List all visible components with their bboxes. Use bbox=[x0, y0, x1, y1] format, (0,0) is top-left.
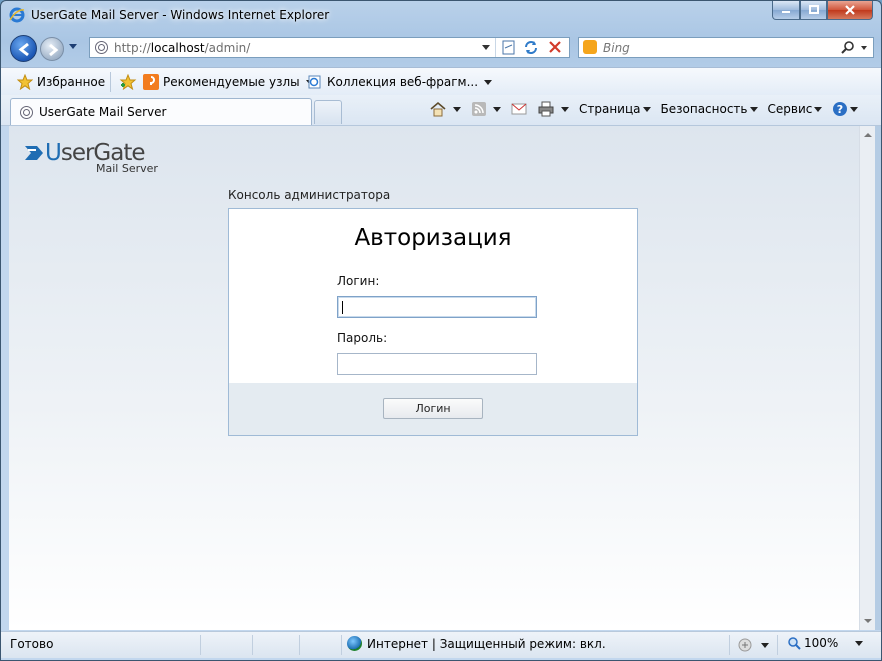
close-icon bbox=[845, 5, 855, 15]
favorites-button[interactable]: Избранное bbox=[17, 74, 105, 90]
stop-icon[interactable] bbox=[546, 39, 564, 56]
minimize-button[interactable] bbox=[772, 1, 800, 20]
command-bar: Страница Безопасность Сервис ? bbox=[429, 101, 868, 117]
home-icon bbox=[430, 101, 446, 117]
suggested-sites-icon bbox=[143, 74, 159, 90]
password-field[interactable] bbox=[337, 353, 537, 375]
accessibility-icon bbox=[738, 638, 752, 652]
password-label: Пароль: bbox=[337, 331, 388, 345]
tab-usergate-mail-server[interactable]: UserGate Mail Server bbox=[10, 98, 312, 125]
search-icon[interactable] bbox=[841, 41, 855, 55]
login-label: Логин: bbox=[337, 274, 380, 288]
page-title: Авторизация bbox=[354, 225, 512, 251]
feeds-button[interactable] bbox=[471, 101, 501, 117]
window-title: UserGate Mail Server - Windows Internet … bbox=[31, 8, 330, 22]
favorites-bar: Избранное Рекомендуемые узлы Коллекция в… bbox=[1, 67, 881, 96]
rss-feed-icon bbox=[472, 102, 486, 116]
add-to-favorites-button[interactable] bbox=[119, 74, 137, 90]
web-slice-icon bbox=[308, 75, 321, 89]
bing-icon bbox=[583, 40, 597, 54]
maximize-icon bbox=[808, 5, 819, 14]
minimize-icon bbox=[782, 11, 790, 13]
status-text: Готово bbox=[10, 637, 54, 651]
favorites-item-label: Рекомендуемые узлы bbox=[163, 75, 300, 89]
page-viewport: UserGate Mail Server Консоль администрат… bbox=[9, 126, 859, 630]
chevron-down-icon bbox=[814, 106, 823, 112]
printer-icon bbox=[538, 101, 554, 117]
back-button[interactable] bbox=[10, 35, 37, 62]
page-menu-button[interactable]: Страница bbox=[579, 102, 651, 116]
zoom-control[interactable]: 100% bbox=[787, 636, 864, 650]
close-button[interactable] bbox=[827, 1, 873, 20]
new-tab-button[interactable] bbox=[314, 100, 342, 124]
status-bar: Готово Интернет | Защищенный режим: вкл.… bbox=[1, 631, 881, 658]
svg-text:?: ? bbox=[837, 103, 843, 116]
url-text: http://localhost/admin/ bbox=[114, 41, 251, 55]
chevron-down-icon bbox=[484, 79, 493, 85]
safety-menu-label: Безопасность bbox=[660, 102, 748, 116]
star-icon bbox=[17, 74, 33, 90]
read-mail-button[interactable] bbox=[511, 102, 527, 116]
login-field[interactable] bbox=[337, 296, 537, 318]
chevron-down-icon bbox=[493, 106, 501, 112]
print-button[interactable] bbox=[537, 101, 569, 117]
vertical-scrollbar[interactable] bbox=[859, 126, 875, 630]
navigation-row: http://localhost/admin/ Bing bbox=[1, 33, 881, 63]
login-panel: Авторизация Логин: Пароль: Логин bbox=[228, 208, 638, 436]
arrow-left-icon bbox=[18, 42, 29, 57]
address-bar[interactable]: http://localhost/admin/ bbox=[89, 37, 570, 58]
refresh-icon[interactable] bbox=[522, 39, 540, 56]
chevron-down-icon bbox=[642, 106, 651, 112]
tools-menu-label: Сервис bbox=[767, 102, 813, 116]
favorites-item-web-slice-gallery[interactable]: Коллекция веб-фрагм... bbox=[307, 74, 493, 90]
scroll-down-icon[interactable] bbox=[864, 619, 872, 623]
page-menu-label: Страница bbox=[579, 102, 641, 116]
tools-menu-button[interactable]: Сервис bbox=[768, 102, 823, 116]
text-caret bbox=[342, 301, 343, 314]
logo-arrow-icon bbox=[25, 146, 43, 160]
recent-pages-dropdown[interactable] bbox=[69, 44, 77, 49]
popup-blocker-button[interactable] bbox=[737, 637, 769, 653]
zoom-icon bbox=[788, 637, 801, 650]
chevron-down-icon bbox=[850, 106, 859, 112]
chevron-down-icon bbox=[749, 106, 758, 112]
maximize-button[interactable] bbox=[800, 1, 827, 20]
search-options-dropdown[interactable] bbox=[861, 46, 867, 50]
chevron-down-icon bbox=[761, 642, 769, 648]
login-button[interactable]: Логин bbox=[383, 398, 483, 419]
favorites-item-label: Коллекция веб-фрагм... bbox=[327, 75, 479, 89]
search-placeholder: Bing bbox=[603, 41, 630, 55]
favorites-label: Избранное bbox=[37, 75, 106, 89]
add-favorite-icon bbox=[119, 74, 137, 90]
address-dropdown[interactable] bbox=[482, 45, 490, 50]
search-box[interactable]: Bing bbox=[578, 37, 874, 58]
internet-explorer-icon bbox=[9, 7, 25, 23]
tab-label: UserGate Mail Server bbox=[39, 105, 167, 119]
help-icon: ? bbox=[833, 102, 848, 116]
logo-product: Mail Server bbox=[96, 162, 158, 175]
home-button[interactable] bbox=[429, 101, 461, 117]
compatibility-view-icon[interactable] bbox=[500, 39, 518, 56]
globe-icon bbox=[347, 636, 362, 651]
zoom-level: 100% bbox=[804, 636, 839, 650]
favorites-item-suggested-sites[interactable]: Рекомендуемые узлы bbox=[143, 74, 314, 90]
scroll-up-icon[interactable] bbox=[864, 133, 872, 137]
login-footer: Логин bbox=[229, 383, 637, 435]
safety-menu-button[interactable]: Безопасность bbox=[661, 102, 758, 116]
page-icon bbox=[20, 106, 33, 119]
mail-icon bbox=[511, 103, 527, 115]
console-label: Консоль администратора bbox=[228, 188, 391, 202]
page-icon bbox=[95, 41, 108, 54]
zone-text: Интернет | Защищенный режим: вкл. bbox=[367, 636, 606, 651]
chevron-down-icon bbox=[561, 106, 569, 112]
browser-window: UserGate Mail Server - Windows Internet … bbox=[0, 0, 882, 661]
chevron-down-icon bbox=[855, 640, 864, 646]
tab-bar: UserGate Mail Server Страница Безопаснос… bbox=[1, 95, 881, 126]
security-zone[interactable]: Интернет | Защищенный режим: вкл. bbox=[347, 636, 606, 651]
chevron-down-icon bbox=[453, 106, 461, 112]
arrow-right-icon bbox=[49, 43, 59, 57]
title-bar: UserGate Mail Server - Windows Internet … bbox=[1, 1, 881, 31]
help-button[interactable]: ? bbox=[832, 101, 859, 117]
forward-button[interactable] bbox=[40, 37, 64, 61]
